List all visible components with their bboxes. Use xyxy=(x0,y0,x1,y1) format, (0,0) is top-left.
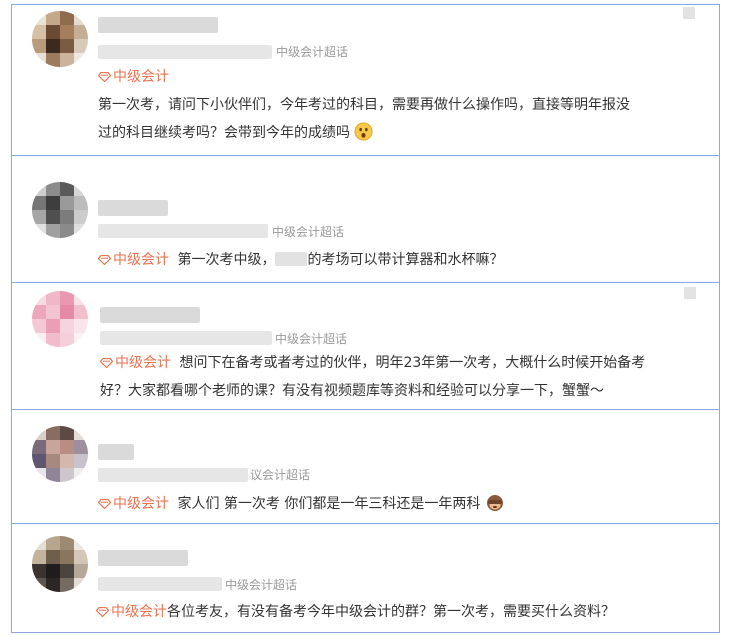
post-text: 第一次考，请问下小伙伴们，今年考过的科目，需要再做什么操作吗，直接等明年报没 过… xyxy=(98,91,708,147)
username-blurred[interactable] xyxy=(98,444,134,460)
topic-diamond-icon xyxy=(96,607,109,617)
more-menu-blurred[interactable] xyxy=(684,287,696,299)
post-card[interactable]: 中级会计超话 中级会计 第一次考中级， 的考场可以带计算器和水杯嘛？ xyxy=(11,155,720,283)
topic-tag[interactable]: 中级会计 xyxy=(96,604,167,620)
topic-label: 中级会计 xyxy=(113,69,169,85)
source-label[interactable]: 议会计超话 xyxy=(250,467,310,483)
username-blurred[interactable] xyxy=(98,17,218,33)
avatar[interactable] xyxy=(32,182,88,238)
post-text-line: 过的科目继续考吗？会带到今年的成绩吗 xyxy=(98,119,708,147)
username-blurred[interactable] xyxy=(100,307,200,323)
timestamp-blurred xyxy=(98,468,248,482)
post-text: 中级会计各位考友，有没有备考今年中级会计的群？第一次考，需要买什么资料？ xyxy=(96,598,710,626)
avatar[interactable] xyxy=(32,291,88,347)
avatar[interactable] xyxy=(32,536,88,592)
topic-label: 中级会计 xyxy=(115,355,171,371)
source-label[interactable]: 中级会计超话 xyxy=(275,331,347,347)
post-text-line-content: 过的科目继续考吗？会带到今年的成绩吗 xyxy=(98,125,350,141)
topic-tag[interactable]: 中级会计 xyxy=(98,496,169,512)
post-text-line: 好？大家都看哪个老师的课？有没有视频题库等资料和经验可以分享一下，蟹蟹～ xyxy=(100,383,604,399)
timestamp-blurred xyxy=(98,45,272,59)
post-text: 中级会计 家人们 第一次考 你们都是一年三科还是一年两科 xyxy=(98,490,710,518)
topic-tag[interactable]: 中级会计 xyxy=(100,355,171,371)
post-text: 中级会计 第一次考中级， 的考场可以带计算器和水杯嘛？ xyxy=(98,246,708,274)
timestamp-blurred xyxy=(98,577,222,591)
monkey-covering-eyes-emoji xyxy=(486,495,503,511)
redacted-text xyxy=(275,252,308,266)
post-text-content: 各位考友，有没有备考今年中级会计的群？第一次考，需要买什么资料？ xyxy=(167,604,615,620)
source-label[interactable]: 中级会计超话 xyxy=(225,577,297,593)
source-label[interactable]: 中级会计超话 xyxy=(276,44,348,60)
avatar[interactable] xyxy=(32,11,88,67)
topic-label: 中级会计 xyxy=(111,604,167,620)
topic-diamond-icon xyxy=(100,358,113,368)
more-menu-blurred[interactable] xyxy=(683,7,695,19)
post-card[interactable]: 中级会计超话 中级会计 想问下在备考或者考过的伙伴，明年23年第一次考，大概什么… xyxy=(11,282,720,410)
post-text-content: 的考场可以带计算器和水杯嘛？ xyxy=(307,252,504,268)
post-card[interactable]: 中级会计超话 中级会计 第一次考，请问下小伙伴们，今年考过的科目，需要再做什么操… xyxy=(11,4,720,156)
topic-diamond-icon xyxy=(98,72,111,82)
topic-tag[interactable]: 中级会计 xyxy=(98,252,169,268)
weibo-post-feed: 中级会计超话 中级会计 第一次考，请问下小伙伴们，今年考过的科目，需要再做什么操… xyxy=(11,4,720,633)
topic-diamond-icon xyxy=(98,499,111,509)
post-text-line: 第一次考，请问下小伙伴们，今年考过的科目，需要再做什么操作吗，直接等明年报没 xyxy=(98,97,630,113)
topic-tag[interactable]: 中级会计 xyxy=(98,66,169,88)
topic-label: 中级会计 xyxy=(113,496,169,512)
post-text-content: 家人们 第一次考 你们都是一年三科还是一年两科 xyxy=(177,496,481,512)
surprised-face-emoji xyxy=(354,122,373,141)
post-card[interactable]: 议会计超话 中级会计 家人们 第一次考 你们都是一年三科还是一年两科 xyxy=(11,409,720,524)
timestamp-blurred xyxy=(98,224,268,238)
post-text: 中级会计 想问下在备考或者考过的伙伴，明年23年第一次考，大概什么时候开始备考 … xyxy=(100,349,712,405)
post-text-content: 第一次考中级， xyxy=(177,252,276,268)
post-text-line: 中级会计 想问下在备考或者考过的伙伴，明年23年第一次考，大概什么时候开始备考 xyxy=(100,349,712,377)
post-card[interactable]: 中级会计超话 中级会计各位考友，有没有备考今年中级会计的群？第一次考，需要买什么… xyxy=(11,523,720,633)
topic-diamond-icon xyxy=(98,255,111,265)
post-text-line-content: 想问下在备考或者考过的伙伴，明年23年第一次考，大概什么时候开始备考 xyxy=(179,355,646,371)
source-label[interactable]: 中级会计超话 xyxy=(272,224,344,240)
avatar[interactable] xyxy=(32,426,88,482)
username-blurred[interactable] xyxy=(98,200,168,216)
topic-label: 中级会计 xyxy=(113,252,169,268)
timestamp-blurred xyxy=(100,331,272,345)
username-blurred[interactable] xyxy=(98,550,188,566)
